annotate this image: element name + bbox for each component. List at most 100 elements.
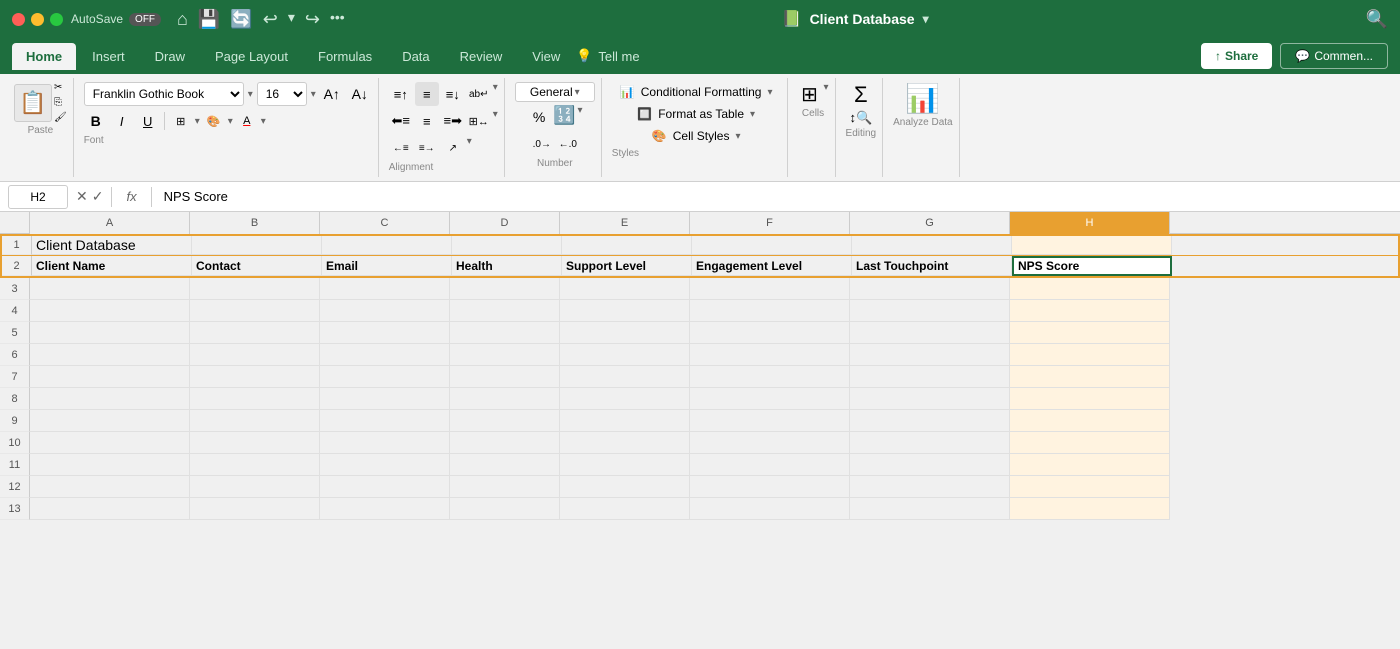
cell-h6[interactable]	[1010, 344, 1170, 366]
cell-d8[interactable]	[450, 388, 560, 410]
cell-g6[interactable]	[850, 344, 1010, 366]
tab-formulas[interactable]: Formulas	[304, 43, 386, 70]
cell-a2[interactable]: Client Name	[32, 256, 192, 276]
decrease-font-size-button[interactable]: A↓	[348, 82, 372, 106]
cell-h12[interactable]	[1010, 476, 1170, 498]
number-format-select[interactable]: General ▾	[515, 82, 595, 102]
cell-d5[interactable]	[450, 322, 560, 344]
more-options-icon[interactable]: •••	[330, 9, 345, 30]
cell-f8[interactable]	[690, 388, 850, 410]
orientation-button[interactable]: ↗	[441, 136, 465, 160]
wrap-text-button[interactable]: ab↵	[467, 82, 491, 106]
conditional-formatting-button[interactable]: 📊 Conditional Formatting ▾	[612, 82, 781, 102]
cell-c6[interactable]	[320, 344, 450, 366]
cell-g10[interactable]	[850, 432, 1010, 454]
search-icon[interactable]: 🔍	[1366, 9, 1388, 30]
cell-a4[interactable]	[30, 300, 190, 322]
cell-c7[interactable]	[320, 366, 450, 388]
cell-f3[interactable]	[690, 278, 850, 300]
col-header-e[interactable]: E	[560, 212, 690, 234]
cell-reference-box[interactable]: H2	[8, 185, 68, 209]
cell-f1[interactable]	[692, 236, 852, 255]
row-num-3[interactable]: 3	[0, 278, 30, 300]
paste-button[interactable]: 📋	[14, 84, 52, 122]
col-header-b[interactable]: B	[190, 212, 320, 234]
cell-b7[interactable]	[190, 366, 320, 388]
cell-d10[interactable]	[450, 432, 560, 454]
cell-f12[interactable]	[690, 476, 850, 498]
cell-d13[interactable]	[450, 498, 560, 520]
row-num-1[interactable]: 1	[2, 236, 32, 255]
insert-cells-button[interactable]: ⊞	[798, 82, 822, 106]
cell-d12[interactable]	[450, 476, 560, 498]
confirm-formula-button[interactable]: ✓	[92, 188, 104, 205]
cell-d4[interactable]	[450, 300, 560, 322]
font-name-select[interactable]: Franklin Gothic Book	[84, 82, 244, 106]
cell-g9[interactable]	[850, 410, 1010, 432]
cell-h11[interactable]	[1010, 454, 1170, 476]
borders-button[interactable]: ⊞	[169, 109, 193, 133]
align-middle-button[interactable]: ≡	[415, 82, 439, 106]
cell-f2[interactable]: Engagement Level	[692, 256, 852, 276]
percent-style-button[interactable]: %	[527, 105, 551, 129]
row-num-7[interactable]: 7	[0, 366, 30, 388]
align-left-button[interactable]: ⬅≡	[389, 109, 413, 133]
cell-h2[interactable]: NPS Score	[1012, 256, 1172, 276]
cell-e2[interactable]: Support Level	[562, 256, 692, 276]
cell-b12[interactable]	[190, 476, 320, 498]
cell-e11[interactable]	[560, 454, 690, 476]
tab-draw[interactable]: Draw	[141, 43, 199, 70]
cell-a6[interactable]	[30, 344, 190, 366]
tab-page-layout[interactable]: Page Layout	[201, 43, 302, 70]
cell-d2[interactable]: Health	[452, 256, 562, 276]
row-num-13[interactable]: 13	[0, 498, 30, 520]
cell-f5[interactable]	[690, 322, 850, 344]
align-center-button[interactable]: ≡	[415, 109, 439, 133]
col-header-d[interactable]: D	[450, 212, 560, 234]
cell-styles-button[interactable]: 🎨 Cell Styles ▾	[644, 126, 749, 146]
redo-icon[interactable]: ↪	[305, 9, 320, 30]
cell-a5[interactable]	[30, 322, 190, 344]
cell-c3[interactable]	[320, 278, 450, 300]
cell-d9[interactable]	[450, 410, 560, 432]
cell-c2[interactable]: Email	[322, 256, 452, 276]
cell-b1[interactable]	[192, 236, 322, 255]
increase-indent-button[interactable]: ≡→	[415, 136, 439, 160]
cell-d7[interactable]	[450, 366, 560, 388]
format-painter-button[interactable]: 🖌	[54, 112, 67, 123]
cell-e7[interactable]	[560, 366, 690, 388]
cell-f11[interactable]	[690, 454, 850, 476]
cell-f7[interactable]	[690, 366, 850, 388]
row-num-10[interactable]: 10	[0, 432, 30, 454]
cell-b10[interactable]	[190, 432, 320, 454]
title-dropdown[interactable]: ▾	[923, 12, 929, 26]
format-as-table-button[interactable]: 🔲 Format as Table ▾	[629, 104, 763, 124]
cell-h13[interactable]	[1010, 498, 1170, 520]
row-num-12[interactable]: 12	[0, 476, 30, 498]
undo-dropdown[interactable]: ▾	[288, 9, 295, 30]
cell-e6[interactable]	[560, 344, 690, 366]
align-right-button[interactable]: ≡➡	[441, 109, 465, 133]
decrease-indent-button[interactable]: ←≡	[389, 136, 413, 160]
cell-f9[interactable]	[690, 410, 850, 432]
tab-review[interactable]: Review	[446, 43, 517, 70]
cell-c5[interactable]	[320, 322, 450, 344]
tab-view[interactable]: View	[518, 43, 574, 70]
cell-a3[interactable]	[30, 278, 190, 300]
italic-button[interactable]: I	[110, 109, 134, 133]
cell-c9[interactable]	[320, 410, 450, 432]
cell-a8[interactable]	[30, 388, 190, 410]
row-num-9[interactable]: 9	[0, 410, 30, 432]
row-num-5[interactable]: 5	[0, 322, 30, 344]
cell-a9[interactable]	[30, 410, 190, 432]
col-header-f[interactable]: F	[690, 212, 850, 234]
row-num-11[interactable]: 11	[0, 454, 30, 476]
cell-c10[interactable]	[320, 432, 450, 454]
comment-button[interactable]: 💬 Commen...	[1280, 43, 1388, 69]
cell-h1[interactable]	[1012, 236, 1172, 255]
cell-h8[interactable]	[1010, 388, 1170, 410]
cell-g4[interactable]	[850, 300, 1010, 322]
cell-d3[interactable]	[450, 278, 560, 300]
cell-f10[interactable]	[690, 432, 850, 454]
cell-h3[interactable]	[1010, 278, 1170, 300]
